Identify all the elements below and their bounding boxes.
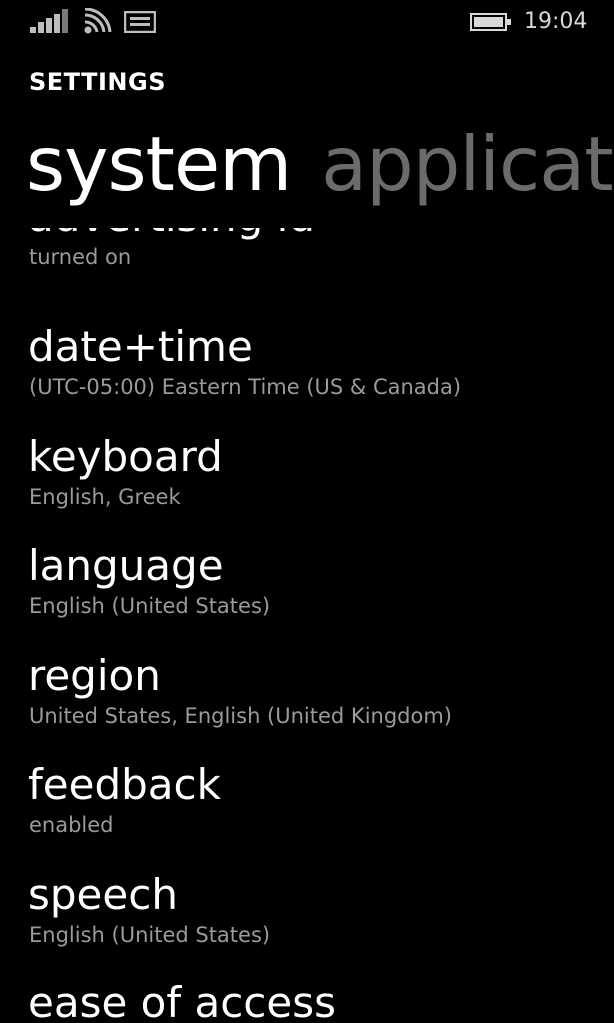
pivot-tab-system[interactable]: system	[26, 114, 292, 214]
settings-list[interactable]: advertising id turned on date+time (UTC-…	[0, 228, 614, 1023]
cellular-signal-icon	[30, 9, 70, 33]
app-title: SETTINGS	[29, 68, 166, 96]
setting-subtitle: enabled	[29, 813, 114, 837]
setting-subtitle: (UTC-05:00) Eastern Time (US & Canada)	[29, 375, 462, 399]
setting-title: keyboard	[28, 432, 223, 481]
setting-title: region	[28, 651, 161, 700]
setting-subtitle: turned on	[29, 245, 132, 269]
setting-subtitle: English, Greek	[29, 485, 181, 509]
wifi-icon	[84, 8, 112, 34]
status-bar: 19:04	[0, 0, 614, 46]
pivot-tab-applications[interactable]: applications	[321, 114, 614, 214]
setting-title: date+time	[28, 322, 253, 371]
setting-ease-of-access[interactable]: ease of access	[28, 978, 608, 1023]
setting-subtitle: English (United States)	[29, 594, 271, 618]
pivot-header: system applications	[26, 114, 614, 224]
message-icon	[124, 11, 156, 33]
setting-title: feedback	[28, 760, 221, 809]
setting-title: advertising id	[28, 228, 608, 242]
setting-subtitle: United States, English (United Kingdom)	[29, 704, 452, 728]
setting-advertising-id[interactable]: advertising id turned on	[28, 228, 608, 272]
setting-keyboard[interactable]: keyboard English, Greek	[28, 432, 608, 512]
battery-icon	[470, 13, 511, 31]
setting-speech[interactable]: speech English (United States)	[28, 870, 608, 950]
setting-date-time[interactable]: date+time (UTC-05:00) Eastern Time (US &…	[28, 322, 608, 402]
setting-title: language	[28, 541, 224, 590]
setting-title: speech	[28, 870, 178, 919]
setting-language[interactable]: language English (United States)	[28, 541, 608, 621]
setting-region[interactable]: region United States, English (United Ki…	[28, 651, 608, 731]
setting-feedback[interactable]: feedback enabled	[28, 760, 608, 840]
setting-subtitle: English (United States)	[29, 923, 271, 947]
setting-title: ease of access	[28, 978, 337, 1023]
clock: 19:04	[524, 9, 588, 34]
